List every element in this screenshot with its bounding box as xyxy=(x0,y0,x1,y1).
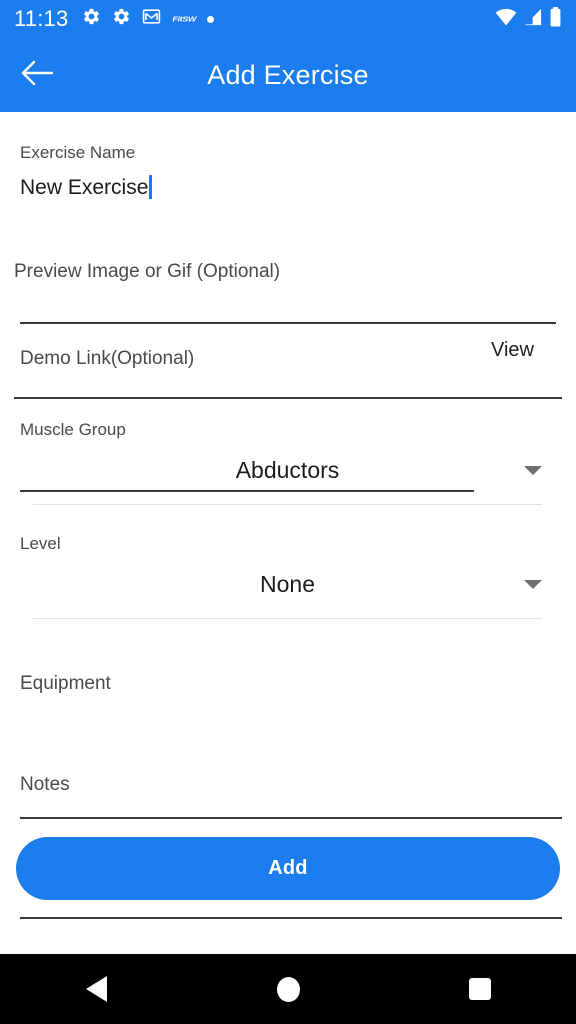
gear-icon xyxy=(82,7,101,31)
page-title: Add Exercise xyxy=(207,59,369,90)
exercise-name-value: New Exercise xyxy=(20,176,149,199)
status-bar: 11:13 FitSW xyxy=(0,0,576,38)
chevron-down-icon xyxy=(523,580,542,589)
square-recents-icon xyxy=(469,978,491,1000)
status-bar-clock: 11:13 xyxy=(14,6,69,31)
equipment-input[interactable]: Equipment xyxy=(20,674,111,693)
gear-icon xyxy=(112,7,131,31)
nav-back-button[interactable] xyxy=(0,954,192,1024)
exercise-name-label: Exercise Name xyxy=(20,143,136,162)
level-divider xyxy=(33,618,542,619)
muscle-group-value: Abductors xyxy=(235,457,340,483)
back-button[interactable] xyxy=(0,38,74,112)
circle-home-icon xyxy=(276,976,300,1002)
fitsw-logo-icon: FitSW xyxy=(172,14,196,24)
level-label: Level xyxy=(20,534,61,553)
text-cursor xyxy=(149,175,153,199)
muscle-group-divider xyxy=(33,504,542,505)
cellular-signal-icon xyxy=(523,8,543,31)
app-bar: Add Exercise xyxy=(0,38,576,112)
equipment-underline xyxy=(20,817,562,819)
status-bar-system-icons xyxy=(495,6,562,32)
exercise-name-input[interactable]: New Exercise xyxy=(20,175,153,199)
battery-icon xyxy=(549,6,562,32)
arrow-left-icon xyxy=(21,60,54,91)
wifi-icon xyxy=(495,8,517,31)
add-button[interactable]: Add xyxy=(16,837,560,900)
view-demo-link-button[interactable]: View xyxy=(491,340,534,360)
preview-image-input[interactable]: Preview Image or Gif (Optional) xyxy=(14,262,280,281)
demo-link-underline xyxy=(20,490,474,492)
notes-input[interactable]: Notes xyxy=(20,775,70,794)
demo-link-input[interactable]: Demo Link(Optional) xyxy=(20,349,194,368)
nav-home-button[interactable] xyxy=(192,954,384,1024)
dot-icon xyxy=(206,15,214,23)
muscle-group-label: Muscle Group xyxy=(20,420,126,439)
chevron-down-icon xyxy=(524,466,542,475)
level-dropdown[interactable]: None xyxy=(33,573,542,596)
gmail-icon xyxy=(142,7,161,31)
level-value: None xyxy=(260,571,315,597)
status-bar-notification-icons: FitSW xyxy=(82,7,495,31)
exercise-name-underline xyxy=(20,322,556,324)
app-screen: 11:13 FitSW Add Exercise Exercise Name N… xyxy=(0,0,576,1024)
preview-image-underline xyxy=(14,397,562,399)
triangle-back-icon xyxy=(85,976,107,1002)
form-content: Exercise Name New Exercise Preview Image… xyxy=(0,112,576,950)
android-navigation-bar xyxy=(0,954,576,1024)
notes-underline xyxy=(20,917,562,919)
nav-recents-button[interactable] xyxy=(384,954,576,1024)
muscle-group-dropdown[interactable]: Abductors xyxy=(33,459,542,482)
